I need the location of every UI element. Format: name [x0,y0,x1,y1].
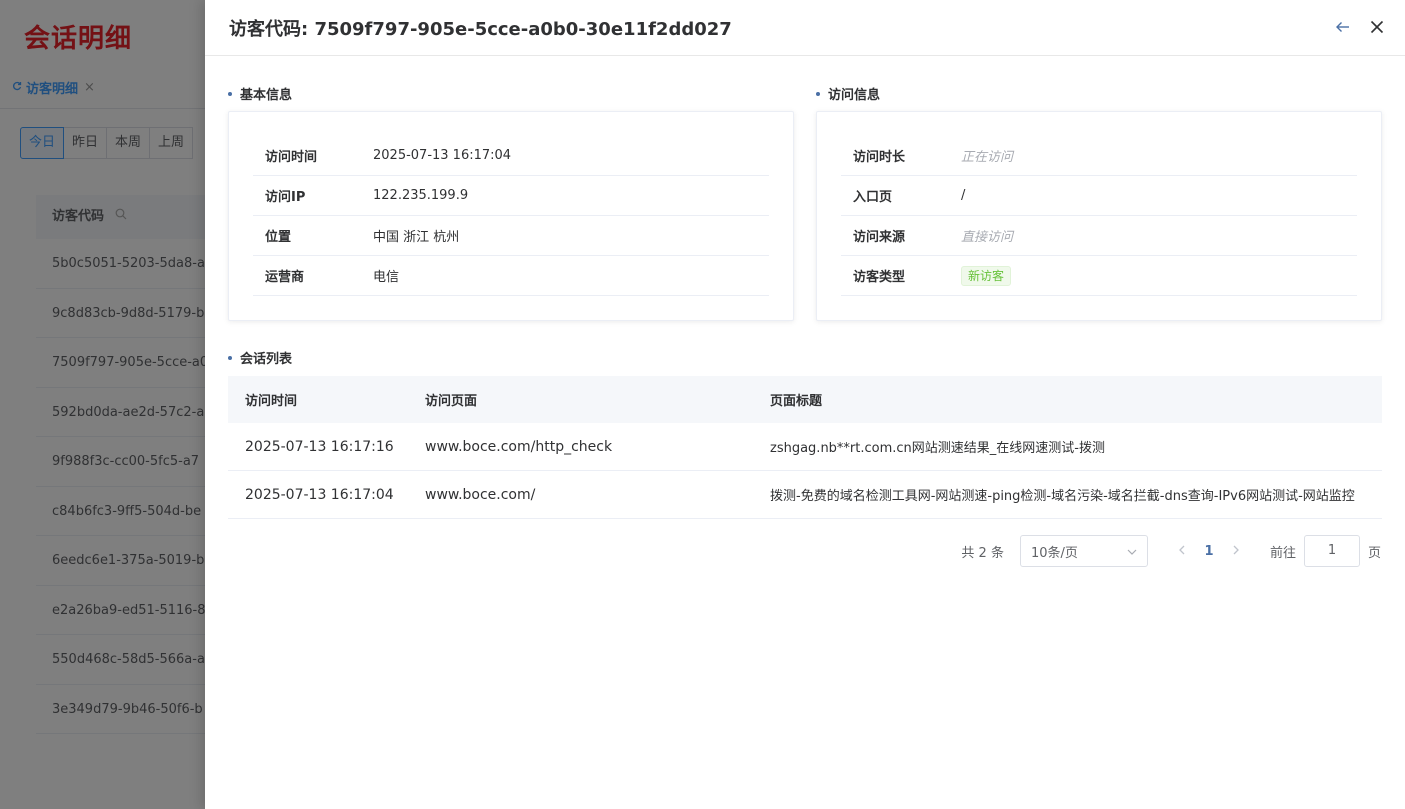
bullet-dot [228,355,232,360]
info-row: 访问来源 直接访问 [841,216,1357,256]
close-icon[interactable] [1367,17,1387,37]
visitor-detail-drawer: 访客代码: 7509f797-905e-5cce-a0b0-30e11f2dd0… [205,0,1405,809]
info-label: 入口页 [853,190,893,205]
info-value: 正在访问 [961,150,1014,165]
goto-label: 前往 [1269,545,1296,561]
info-row: 访问时间 2025-07-13 16:17:04 [253,136,769,176]
info-value: 直接访问 [961,230,1014,245]
drawer-actions [1333,17,1387,37]
column-visit-page: 访问页面 [425,394,478,409]
drawer-header: 访客代码: 7509f797-905e-5cce-a0b0-30e11f2dd0… [205,0,1405,56]
info-row: 访问时长 正在访问 [841,136,1357,176]
pagination-total: 共 2 条 [961,545,1004,561]
column-visit-time: 访问时间 [245,394,298,409]
session-table-header: 访问时间 访问页面 页面标题 [228,376,1382,423]
cell-page-title: 拨测-免费的域名检测工具网-网站测速-ping检测-域名污染-域名拦截-dns查… [770,489,1355,504]
chevron-down-icon [1127,544,1137,559]
cell-page-title: zshgag.nb**rt.com.cn网站测速结果_在线网速测试-拨测 [770,441,1105,456]
next-page-icon[interactable] [1224,544,1248,559]
visit-info-heading: 访问信息 [816,84,880,103]
info-label: 位置 [265,230,292,245]
drawer-title: 访客代码: 7509f797-905e-5cce-a0b0-30e11f2dd0… [229,18,732,40]
basic-info-title: 基本信息 [240,88,293,103]
prev-page-icon[interactable] [1170,544,1194,559]
cell-visit-time: 2025-07-13 16:17:16 [245,438,394,455]
info-value: 电信 [373,270,400,285]
info-row: 运营商 电信 [253,256,769,296]
pagination: 共 2 条 10条/页 1 前往 1 页 [961,535,1381,567]
visit-info-title: 访问信息 [828,88,881,103]
goto-page-input[interactable]: 1 [1303,535,1360,567]
visit-info-list: 访问时长 正在访问 入口页 / 访问来源 直接访问 访客类型 新访客 [841,136,1357,296]
cell-visit-time: 2025-07-13 16:17:04 [245,486,394,503]
info-row: 访问IP 122.235.199.9 [253,176,769,216]
page-number-current[interactable]: 1 [1194,544,1224,559]
visitor-type-badge: 新访客 [961,265,1012,286]
basic-info-card: 访问时间 2025-07-13 16:17:04 访问IP 122.235.19… [228,111,794,321]
info-row: 位置 中国 浙江 杭州 [253,216,769,256]
column-page-title: 页面标题 [770,394,823,409]
table-row[interactable]: 2025-07-13 16:17:16 www.boce.com/http_ch… [228,423,1382,471]
info-label: 访问来源 [853,230,906,245]
info-label: 访问时长 [853,150,906,165]
cell-visit-page: www.boce.com/ [425,486,536,503]
bullet-dot [228,91,232,96]
visit-info-card: 访问时长 正在访问 入口页 / 访问来源 直接访问 访客类型 新访客 [816,111,1382,321]
basic-info-list: 访问时间 2025-07-13 16:17:04 访问IP 122.235.19… [253,136,769,296]
info-value: 2025-07-13 16:17:04 [373,148,512,163]
bullet-dot [816,91,820,96]
basic-info-heading: 基本信息 [228,84,292,103]
session-table: 访问时间 访问页面 页面标题 2025-07-13 16:17:16 www.b… [228,376,1382,519]
page-size-value: 10条/页 [1030,545,1078,561]
info-row: 入口页 / [841,176,1357,216]
info-value: 122.235.199.9 [373,188,469,203]
back-arrow-icon[interactable] [1333,17,1353,37]
table-row[interactable]: 2025-07-13 16:17:04 www.boce.com/ 拨测-免费的… [228,471,1382,519]
info-value: 新访客 [961,265,1012,286]
info-value: / [961,188,966,203]
page-size-select[interactable]: 10条/页 [1019,535,1148,567]
info-label: 访客类型 [853,270,906,285]
cell-visit-page: www.boce.com/http_check [425,438,613,455]
session-list-heading: 会话列表 [228,348,292,367]
info-value: 中国 浙江 杭州 [373,230,460,245]
info-label: 访问时间 [265,150,318,165]
session-list-title: 会话列表 [240,352,293,367]
info-label: 运营商 [265,270,305,285]
page-suffix: 页 [1367,545,1381,561]
info-label: 访问IP [265,190,306,205]
info-row: 访客类型 新访客 [841,256,1357,296]
